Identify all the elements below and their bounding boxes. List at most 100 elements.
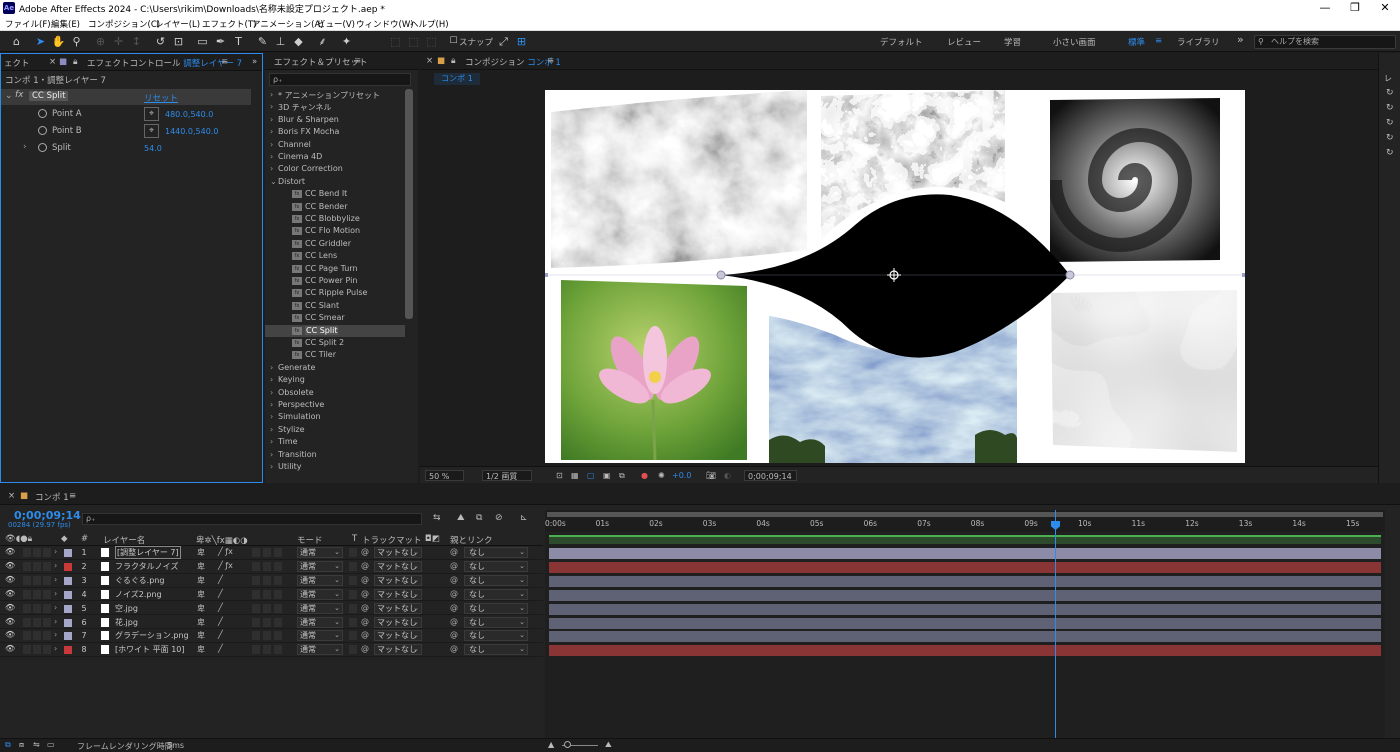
effect-item[interactable]: fx CC Split 2: [265, 337, 405, 349]
adjustment-layer-toggle[interactable]: [263, 589, 271, 599]
close-tab-icon[interactable]: ×: [426, 56, 433, 66]
layer-row[interactable]: 👁︎ › 6 花.jpg 卑 ╱ 通常 ⌄ @ マットなし ⌄ @ なし ⌄: [0, 616, 543, 630]
blend-mode-dropdown[interactable]: 通常 ⌄: [297, 644, 343, 656]
layer-handle-left[interactable]: [545, 273, 548, 277]
tab-effect-controls[interactable]: エフェクトコントロール 調整レイヤー 7: [87, 57, 242, 69]
effects-scrollbar[interactable]: [405, 89, 413, 319]
track-matte-dropdown[interactable]: マットなし ⌄: [374, 560, 422, 572]
workspace-libraries[interactable]: ライブラリ: [1177, 36, 1220, 48]
label-color-swatch[interactable]: [64, 549, 72, 557]
track-matte-dropdown[interactable]: マットなし ⌄: [374, 644, 422, 656]
solo-toggle[interactable]: [33, 561, 41, 571]
label-color-swatch[interactable]: [64, 576, 72, 585]
solo-toggle[interactable]: [33, 575, 41, 585]
zoom-slider-thumb[interactable]: [564, 741, 571, 748]
effect-category[interactable]: › Channel: [265, 139, 405, 151]
parent-dropdown[interactable]: なし ⌄: [464, 616, 528, 628]
property-value[interactable]: 480.0,540.0: [165, 110, 213, 119]
effect-item[interactable]: fx CC Page Turn: [265, 263, 405, 275]
eye-icon[interactable]: 👁︎: [5, 644, 15, 653]
track-matte-dropdown[interactable]: マットなし ⌄: [374, 588, 422, 600]
adjustment-layer-toggle[interactable]: [263, 645, 271, 655]
audio-toggle[interactable]: [23, 617, 31, 627]
layer-name[interactable]: [ホワイト 平面 10]: [115, 644, 185, 655]
3d-layer-toggle[interactable]: [274, 617, 282, 627]
layer-name[interactable]: 空.jpg: [115, 603, 138, 614]
chevron-right-icon[interactable]: ›: [23, 142, 27, 152]
menu-animation[interactable]: アニメーション(A): [252, 18, 324, 30]
chevron-right-icon[interactable]: ›: [54, 617, 57, 626]
pickwhip-icon[interactable]: @: [361, 603, 369, 612]
pickwhip-icon[interactable]: @: [361, 630, 369, 639]
motion-blur-toggle[interactable]: [252, 589, 260, 599]
chevron-right-icon[interactable]: ›: [54, 547, 57, 556]
effect-category[interactable]: › Color Correction: [265, 163, 405, 175]
menu-help[interactable]: ヘルプ(H): [410, 18, 449, 30]
audio-toggle[interactable]: [23, 603, 31, 613]
workspace-standard[interactable]: 標準: [1128, 36, 1145, 48]
chevron-right-icon[interactable]: ›: [54, 644, 57, 653]
adjustment-layer-toggle[interactable]: [263, 631, 271, 641]
workspace-default[interactable]: デフォルト: [880, 36, 923, 48]
chevron-down-icon[interactable]: ⌄: [270, 177, 277, 186]
effect-category[interactable]: › Generate: [265, 362, 405, 374]
parent-dropdown[interactable]: なし ⌄: [464, 574, 528, 586]
layer-name[interactable]: ぐるぐる.png: [115, 575, 164, 586]
motion-blur-toggle[interactable]: [252, 561, 260, 571]
3d-layer-toggle[interactable]: [274, 561, 282, 571]
reset-link[interactable]: リセット: [144, 92, 178, 104]
effect-row-cc-split[interactable]: ⌄ fx CC Split リセット: [1, 89, 251, 105]
dolly-tool-icon[interactable]: ↕: [129, 34, 144, 49]
layer-row[interactable]: 👁︎ › 7 グラデーション.png 卑 ╱ 通常 ⌄ @ マットなし ⌄ @ なし ⌄: [0, 629, 543, 644]
effect-category[interactable]: › Utility: [265, 461, 405, 473]
fx-toggle[interactable]: fx: [15, 90, 24, 100]
adjustment-layer-toggle[interactable]: [263, 575, 271, 585]
3d-layer-toggle[interactable]: [274, 631, 282, 641]
motion-blur-toggle[interactable]: [252, 548, 260, 557]
parent-pickwhip-icon[interactable]: @: [450, 603, 458, 612]
panel-more-icon[interactable]: »: [252, 57, 257, 67]
effect-category[interactable]: › 3D チャンネル: [265, 101, 405, 113]
eye-icon[interactable]: 👁︎: [5, 547, 15, 556]
quality-switch-icon[interactable]: ╱ ƒx: [218, 561, 233, 570]
pickwhip-icon[interactable]: @: [361, 575, 369, 584]
blend-mode-dropdown[interactable]: 通常 ⌄: [297, 574, 343, 586]
motion-blur-toggle[interactable]: [252, 645, 260, 655]
effect-category[interactable]: › Blur & Sharpen: [265, 114, 405, 126]
eye-icon[interactable]: 👁︎: [5, 589, 15, 598]
effect-category[interactable]: › Obsolete: [265, 387, 405, 399]
color-channel-icon[interactable]: ●: [641, 470, 648, 481]
shy-switch-icon[interactable]: 卑: [197, 547, 205, 558]
show-snapshot-icon[interactable]: ◐: [724, 470, 731, 481]
eye-icon[interactable]: 👁︎: [5, 561, 15, 570]
layer-row[interactable]: 👁︎ › 8 [ホワイト 平面 10] 卑 ╱ 通常 ⌄ @ マットなし ⌄ @ なし ⌄: [0, 643, 543, 658]
audio-toggle[interactable]: [23, 548, 31, 557]
pickwhip-icon[interactable]: @: [361, 561, 369, 570]
effect-category[interactable]: › Perspective: [265, 399, 405, 411]
shy-switch-icon[interactable]: 卑: [197, 603, 205, 614]
effect-category[interactable]: › Keying: [265, 374, 405, 386]
world-axis-icon[interactable]: ⬚: [406, 34, 421, 49]
chevron-right-icon[interactable]: ›: [270, 152, 273, 161]
layer-row[interactable]: 👁︎ › 1 [調整レイヤー 7] 卑 ╱ ƒx 通常 ⌄ @ マットなし ⌄ @ なし ⌄: [0, 546, 543, 560]
type-tool-icon[interactable]: T: [231, 34, 246, 49]
preserve-transparency-toggle[interactable]: [349, 645, 357, 655]
more-workspaces-button[interactable]: »: [1237, 33, 1244, 46]
solo-toggle[interactable]: [33, 548, 41, 557]
parent-dropdown[interactable]: なし ⌄: [464, 588, 528, 600]
property-value[interactable]: 1440.0,540.0: [165, 127, 218, 136]
layer-duration-bar[interactable]: [549, 589, 1381, 601]
exposure-icon[interactable]: ✺: [658, 470, 665, 481]
blend-mode-dropdown[interactable]: 通常 ⌄: [297, 547, 343, 558]
crosshair-icon[interactable]: ⌖: [144, 107, 159, 121]
exposure-value[interactable]: +0.0: [672, 470, 691, 481]
parent-pickwhip-icon[interactable]: @: [450, 589, 458, 598]
chevron-right-icon[interactable]: ›: [270, 388, 273, 397]
chevron-right-icon[interactable]: ›: [54, 575, 57, 584]
quality-switch-icon[interactable]: ╱: [218, 630, 223, 639]
pickwhip-icon[interactable]: @: [361, 547, 369, 556]
zoom-out-icon[interactable]: ▲: [548, 740, 554, 749]
brush-tool-icon[interactable]: ✎: [255, 34, 270, 49]
quality-switch-icon[interactable]: ╱: [218, 589, 223, 598]
workspace-learn[interactable]: 学習: [1004, 36, 1021, 48]
